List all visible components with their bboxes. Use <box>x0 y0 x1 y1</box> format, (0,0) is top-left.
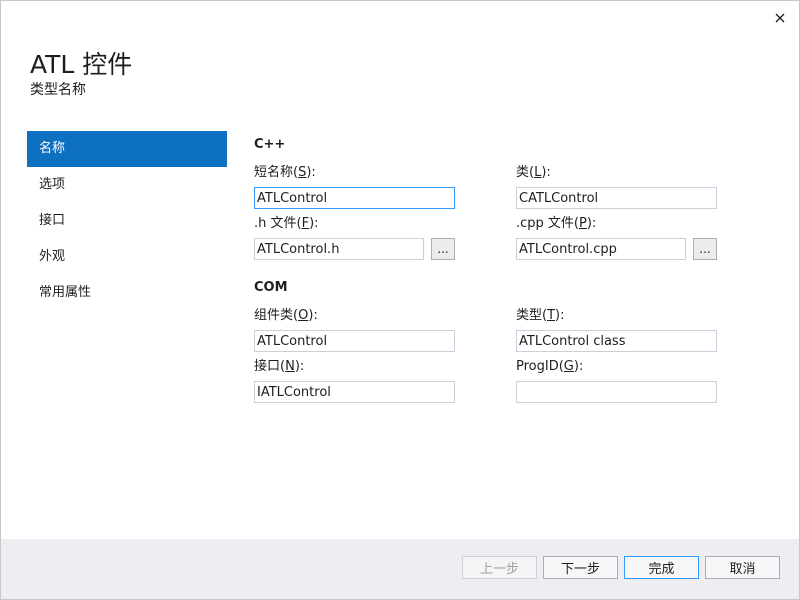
coclass-mnemonic: O <box>298 308 309 323</box>
coclass-label: 组件类(O): <box>254 308 318 324</box>
next-button[interactable]: 下一步 <box>543 556 618 579</box>
cpp-file-mnemonic: P <box>579 216 587 231</box>
nav-item-interfaces[interactable]: 接口 <box>27 203 227 239</box>
interface-mnemonic: N <box>285 359 295 374</box>
progid-label-suffix: ): <box>573 359 584 374</box>
class-input[interactable] <box>516 187 717 209</box>
type-input[interactable] <box>516 330 717 352</box>
nav-item-appearance[interactable]: 外观 <box>27 239 227 275</box>
nav-item-name[interactable]: 名称 <box>27 131 227 167</box>
interface-label-suffix: ): <box>294 359 305 374</box>
class-label-text: 类( <box>516 165 535 180</box>
h-file-browse-button[interactable]: ... <box>431 238 455 260</box>
type-label-text: 类型( <box>516 308 548 323</box>
short-name-label-text: 短名称( <box>254 165 299 180</box>
interface-label: 接口(N): <box>254 359 304 375</box>
type-label-suffix: ): <box>555 308 565 323</box>
atl-control-wizard-dialog: ATL 控件 类型名称 名称 选项 接口 外观 常用属性 C++ 短名称(S):… <box>0 0 800 600</box>
finish-button[interactable]: 完成 <box>624 556 699 579</box>
h-file-label: .h 文件(F): <box>254 216 319 232</box>
type-mnemonic: T <box>547 308 556 323</box>
cpp-file-label: .cpp 文件(P): <box>516 216 596 232</box>
com-section-heading: COM <box>254 280 288 295</box>
h-file-label-text: .h 文件( <box>254 216 302 231</box>
progid-label: ProgID(G): <box>516 359 583 375</box>
progid-mnemonic: G <box>563 359 574 374</box>
close-button[interactable] <box>771 9 789 27</box>
h-file-input[interactable] <box>254 238 424 260</box>
short-name-input[interactable] <box>254 187 455 209</box>
cpp-file-label-text: .cpp 文件( <box>516 216 579 231</box>
interface-input[interactable] <box>254 381 455 403</box>
coclass-label-suffix: ): <box>308 308 318 323</box>
class-label-suffix: ): <box>541 165 551 180</box>
coclass-label-text: 组件类( <box>254 308 299 323</box>
progid-input[interactable] <box>516 381 717 403</box>
type-label: 类型(T): <box>516 308 564 324</box>
nav-item-stock-properties[interactable]: 常用属性 <box>27 275 227 311</box>
dialog-footer: 上一步 下一步 完成 取消 <box>1 539 799 599</box>
dialog-title: ATL 控件 <box>30 50 133 79</box>
short-name-label-suffix: ): <box>306 165 316 180</box>
cancel-button[interactable]: 取消 <box>705 556 780 579</box>
h-file-label-suffix: ): <box>309 216 319 231</box>
interface-label-text: 接口( <box>254 359 286 374</box>
dialog-subtitle: 类型名称 <box>30 82 86 98</box>
progid-label-text: ProgID( <box>516 359 564 374</box>
cpp-section-heading: C++ <box>254 137 286 152</box>
cpp-file-label-suffix: ): <box>586 216 597 231</box>
close-icon <box>775 13 785 23</box>
wizard-nav: 名称 选项 接口 外观 常用属性 <box>27 131 227 311</box>
cpp-file-browse-button[interactable]: ... <box>693 238 717 260</box>
coclass-input[interactable] <box>254 330 455 352</box>
previous-button[interactable]: 上一步 <box>462 556 537 579</box>
class-label: 类(L): <box>516 165 551 181</box>
h-file-mnemonic: F <box>301 216 310 231</box>
cpp-file-input[interactable] <box>516 238 686 260</box>
nav-item-options[interactable]: 选项 <box>27 167 227 203</box>
short-name-label: 短名称(S): <box>254 165 316 181</box>
